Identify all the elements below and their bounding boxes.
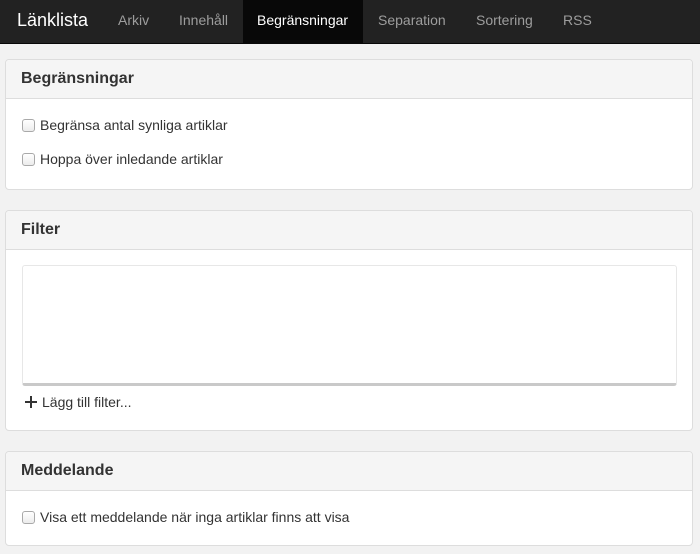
filter-list-area — [22, 265, 677, 386]
show-empty-message-label: Visa ett meddelande när inga artiklar fi… — [40, 509, 350, 525]
message-panel-title: Meddelande — [6, 452, 692, 491]
top-navbar: Länklista Arkiv Innehåll Begränsningar S… — [0, 0, 700, 44]
add-filter-link[interactable]: Lägg till filter... — [25, 393, 132, 411]
limits-panel-title: Begränsningar — [6, 60, 692, 99]
limits-panel: Begränsningar Begränsa antal synliga art… — [5, 59, 693, 190]
limit-visible-articles-label: Begränsa antal synliga artiklar — [40, 117, 228, 133]
tab-innehall[interactable]: Innehåll — [179, 0, 228, 44]
show-empty-message-option[interactable]: Visa ett meddelande när inga artiklar fi… — [22, 508, 349, 526]
limit-visible-articles-checkbox[interactable] — [22, 119, 35, 132]
show-empty-message-checkbox[interactable] — [22, 511, 35, 524]
limit-visible-articles-option[interactable]: Begränsa antal synliga artiklar — [22, 116, 228, 134]
add-filter-label: Lägg till filter... — [42, 394, 132, 410]
skip-leading-articles-checkbox[interactable] — [22, 153, 35, 166]
filter-panel-title: Filter — [6, 211, 692, 250]
skip-leading-articles-option[interactable]: Hoppa över inledande artiklar — [22, 150, 223, 168]
plus-icon — [25, 396, 37, 408]
tab-begransningar[interactable]: Begränsningar — [243, 0, 363, 44]
skip-leading-articles-label: Hoppa över inledande artiklar — [40, 151, 223, 167]
tab-sortering[interactable]: Sortering — [476, 0, 533, 44]
brand-title[interactable]: Länklista — [17, 0, 88, 44]
filter-panel: Filter Lägg till filter... — [5, 210, 693, 431]
tab-rss[interactable]: RSS — [563, 0, 592, 44]
tab-arkiv[interactable]: Arkiv — [118, 0, 149, 44]
tab-separation[interactable]: Separation — [378, 0, 446, 44]
message-panel: Meddelande Visa ett meddelande när inga … — [5, 451, 693, 546]
